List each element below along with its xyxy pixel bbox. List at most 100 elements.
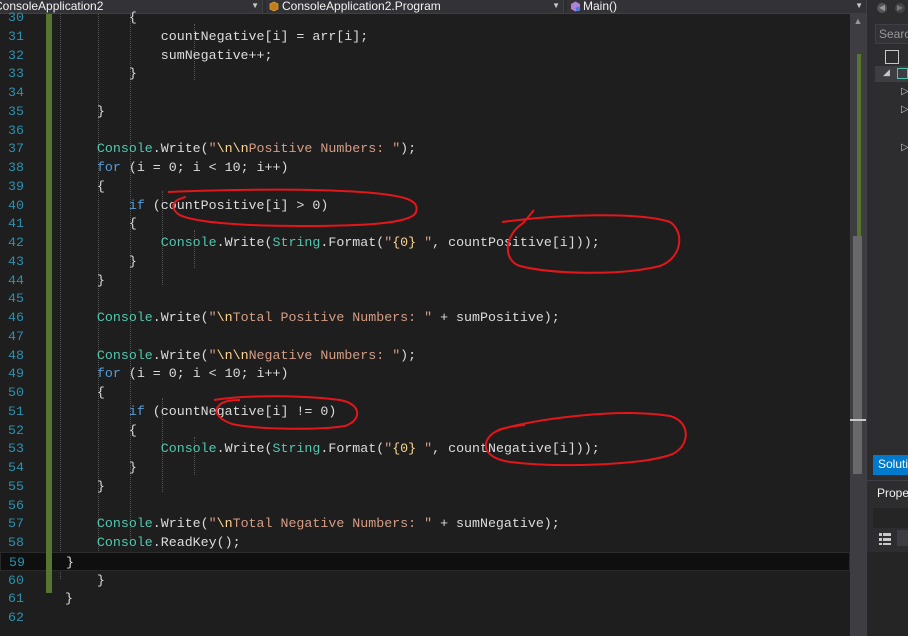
scroll-thumb[interactable] [853, 236, 862, 474]
panel-divider [867, 480, 908, 481]
properties-object-selector[interactable] [873, 508, 908, 528]
line-number: 54 [8, 460, 24, 475]
line-number: 51 [8, 403, 24, 419]
code-line[interactable]: 34 [0, 83, 850, 102]
code-text[interactable]: } [65, 477, 105, 496]
line-number: 30 [8, 10, 24, 25]
code-line[interactable]: 59} [0, 551, 850, 572]
code-text[interactable]: } [65, 271, 105, 290]
code-line[interactable]: 62 [0, 608, 850, 627]
code-line[interactable]: 30 { [0, 8, 850, 27]
code-text[interactable]: } [65, 102, 105, 121]
code-text[interactable]: } [65, 458, 137, 477]
code-line[interactable]: 33 } [0, 64, 850, 83]
code-line[interactable]: 54 } [0, 458, 850, 477]
line-number: 31 [8, 28, 24, 44]
line-number: 55 [8, 478, 24, 494]
collapsed-arrow-icon[interactable]: ▷ [901, 104, 908, 115]
code-line[interactable]: 47 [0, 327, 850, 346]
code-text[interactable]: Console.Write("\nTotal Negative Numbers:… [65, 514, 560, 533]
code-line[interactable]: 41 { [0, 214, 850, 233]
code-line[interactable]: 61} [0, 589, 850, 608]
line-number: 60 [8, 572, 24, 588]
code-line[interactable]: 57 Console.Write("\nTotal Negative Numbe… [0, 514, 850, 533]
code-text[interactable]: { [65, 214, 137, 233]
line-number: 50 [8, 385, 24, 400]
code-text[interactable]: { [65, 177, 105, 196]
code-text[interactable]: countNegative[i] = arr[i]; [65, 27, 368, 46]
code-line[interactable]: 38 for (i = 0; i < 10; i++) [0, 158, 850, 177]
code-line[interactable]: 50 { [0, 383, 850, 402]
properties-grid-icon[interactable] [879, 532, 891, 545]
code-line[interactable]: 42 Console.Write(String.Format("{0} ", c… [0, 233, 850, 252]
code-text[interactable]: sumNegative++; [65, 46, 273, 65]
code-line[interactable]: 36 [0, 121, 850, 140]
solution-search-box[interactable]: Search [875, 24, 908, 44]
code-line[interactable]: 58 Console.ReadKey(); [0, 533, 850, 552]
code-text[interactable]: Console.Write(String.Format("{0} ", coun… [65, 233, 600, 252]
code-text[interactable]: Console.Write("\n\nNegative Numbers: "); [65, 346, 416, 365]
sync-icon[interactable] [885, 50, 899, 64]
code-line[interactable]: 35 } [0, 102, 850, 121]
code-text[interactable]: } [65, 589, 73, 608]
collapsed-arrow-icon[interactable]: ▷ [901, 86, 908, 97]
code-line[interactable]: 39 { [0, 177, 850, 196]
line-number: 59 [9, 554, 25, 570]
code-line[interactable]: 45 [0, 289, 850, 308]
code-line[interactable]: 37 Console.Write("\n\nPositive Numbers: … [0, 139, 850, 158]
line-number: 48 [8, 347, 24, 363]
code-line[interactable]: 55 } [0, 477, 850, 496]
tree-selected-row[interactable]: ◢ [875, 66, 908, 82]
code-text[interactable]: if (countPositive[i] > 0) [65, 196, 329, 215]
code-line[interactable]: 48 Console.Write("\n\nNegative Numbers: … [0, 346, 850, 365]
code-text[interactable]: { [65, 8, 137, 27]
code-line[interactable]: 49 for (i = 0; i < 10; i++) [0, 364, 850, 383]
right-dock-panel: ◀ ▶ Search ◢ ▷ ▷ ▷ Solutio Prope [866, 0, 908, 636]
caret-position-marker [850, 419, 866, 421]
code-line[interactable]: 51 if (countNegative[i] != 0) [0, 402, 850, 421]
line-number: 44 [8, 272, 24, 288]
code-text[interactable]: { [65, 383, 105, 402]
properties-grid [867, 552, 908, 636]
code-text[interactable]: for (i = 0; i < 10; i++) [65, 364, 289, 383]
code-line[interactable]: 44 } [0, 271, 850, 290]
scroll-up-icon[interactable]: ▲ [850, 16, 866, 26]
line-number: 34 [8, 85, 24, 100]
line-number: 58 [8, 535, 24, 550]
code-text[interactable]: { [65, 421, 137, 440]
tab-solution-explorer[interactable]: Solutio [873, 455, 908, 475]
code-text[interactable]: for (i = 0; i < 10; i++) [65, 158, 289, 177]
tab-label: Solutio [878, 457, 908, 471]
code-text[interactable]: Console.ReadKey(); [65, 533, 241, 552]
line-number: 40 [8, 197, 24, 213]
code-line[interactable]: 40 if (countPositive[i] > 0) [0, 196, 850, 215]
code-line[interactable]: 52 { [0, 421, 850, 440]
line-number: 61 [8, 591, 24, 607]
code-text[interactable]: Console.Write(String.Format("{0} ", coun… [65, 439, 600, 458]
code-line[interactable]: 32 sumNegative++; [0, 46, 850, 65]
chevron-down-icon: ▼ [855, 1, 863, 10]
change-tracking-margin [46, 14, 52, 593]
vertical-scrollbar[interactable]: ▲ [850, 14, 866, 636]
line-number: 36 [8, 122, 24, 138]
code-line[interactable]: 60 } [0, 571, 850, 590]
code-line[interactable]: 53 Console.Write(String.Format("{0} ", c… [0, 439, 850, 458]
properties-title: Prope [877, 486, 908, 500]
code-line[interactable]: 31 countNegative[i] = arr[i]; [0, 27, 850, 46]
alphabetical-sort-icon[interactable] [897, 530, 908, 546]
code-line[interactable]: 56 [0, 496, 850, 515]
collapsed-arrow-icon[interactable]: ▷ [901, 142, 908, 153]
code-line[interactable]: 46 Console.Write("\nTotal Positive Numbe… [0, 308, 850, 327]
solution-icon [897, 68, 908, 79]
code-editor[interactable]: 30 {31 countNegative[i] = arr[i]; 32 sumN… [0, 10, 850, 636]
code-text[interactable]: } [65, 252, 137, 271]
code-text[interactable]: Console.Write("\n\nPositive Numbers: "); [65, 139, 416, 158]
forward-icon[interactable]: ▶ [895, 3, 905, 13]
code-text[interactable]: Console.Write("\nTotal Positive Numbers:… [65, 308, 560, 327]
code-text[interactable]: if (countNegative[i] != 0) [65, 402, 336, 421]
code-text[interactable]: } [66, 553, 74, 572]
code-line[interactable]: 43 } [0, 252, 850, 271]
code-text[interactable]: } [65, 64, 137, 83]
back-icon[interactable]: ◀ [877, 3, 887, 13]
code-text[interactable]: } [65, 571, 105, 590]
